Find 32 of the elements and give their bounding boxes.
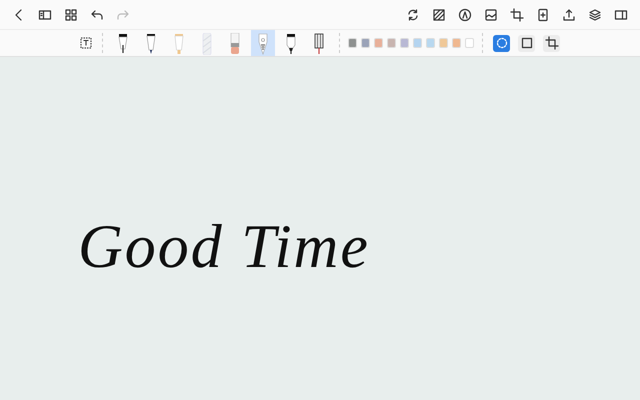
panel-icon — [614, 8, 628, 22]
add-page-icon — [536, 8, 550, 22]
pen-circle-icon — [458, 8, 472, 22]
redo-icon — [116, 8, 130, 22]
crop-icon — [510, 8, 524, 22]
crop-button[interactable] — [508, 6, 526, 24]
color-swatch[interactable] — [452, 38, 461, 48]
color-swatch[interactable] — [348, 38, 357, 48]
rect-tool-button[interactable] — [518, 34, 535, 52]
hatched-square-icon — [432, 8, 446, 22]
undo-icon — [90, 8, 104, 22]
crop-icon — [544, 36, 558, 50]
color-swatch[interactable] — [374, 38, 383, 48]
lasso-tool-button[interactable] — [493, 34, 510, 52]
selection-rectangle-icon — [520, 36, 534, 50]
image-icon — [484, 8, 498, 22]
sync-icon — [406, 8, 420, 22]
color-swatch[interactable] — [413, 38, 422, 48]
color-swatch[interactable] — [361, 38, 370, 48]
crop-tool-button[interactable] — [543, 34, 560, 52]
handwritten-text: Good Time — [78, 212, 370, 283]
sidebar-icon — [38, 8, 52, 22]
color-swatch[interactable] — [465, 38, 474, 48]
layers-icon — [588, 8, 602, 22]
grid-icon — [64, 8, 78, 22]
text-box-button[interactable] — [78, 35, 94, 51]
color-swatch[interactable] — [387, 38, 396, 48]
lasso-icon — [494, 36, 508, 50]
color-swatch[interactable] — [439, 38, 448, 48]
color-swatch[interactable] — [400, 38, 409, 48]
color-swatch[interactable] — [426, 38, 435, 48]
share-icon — [562, 8, 576, 22]
